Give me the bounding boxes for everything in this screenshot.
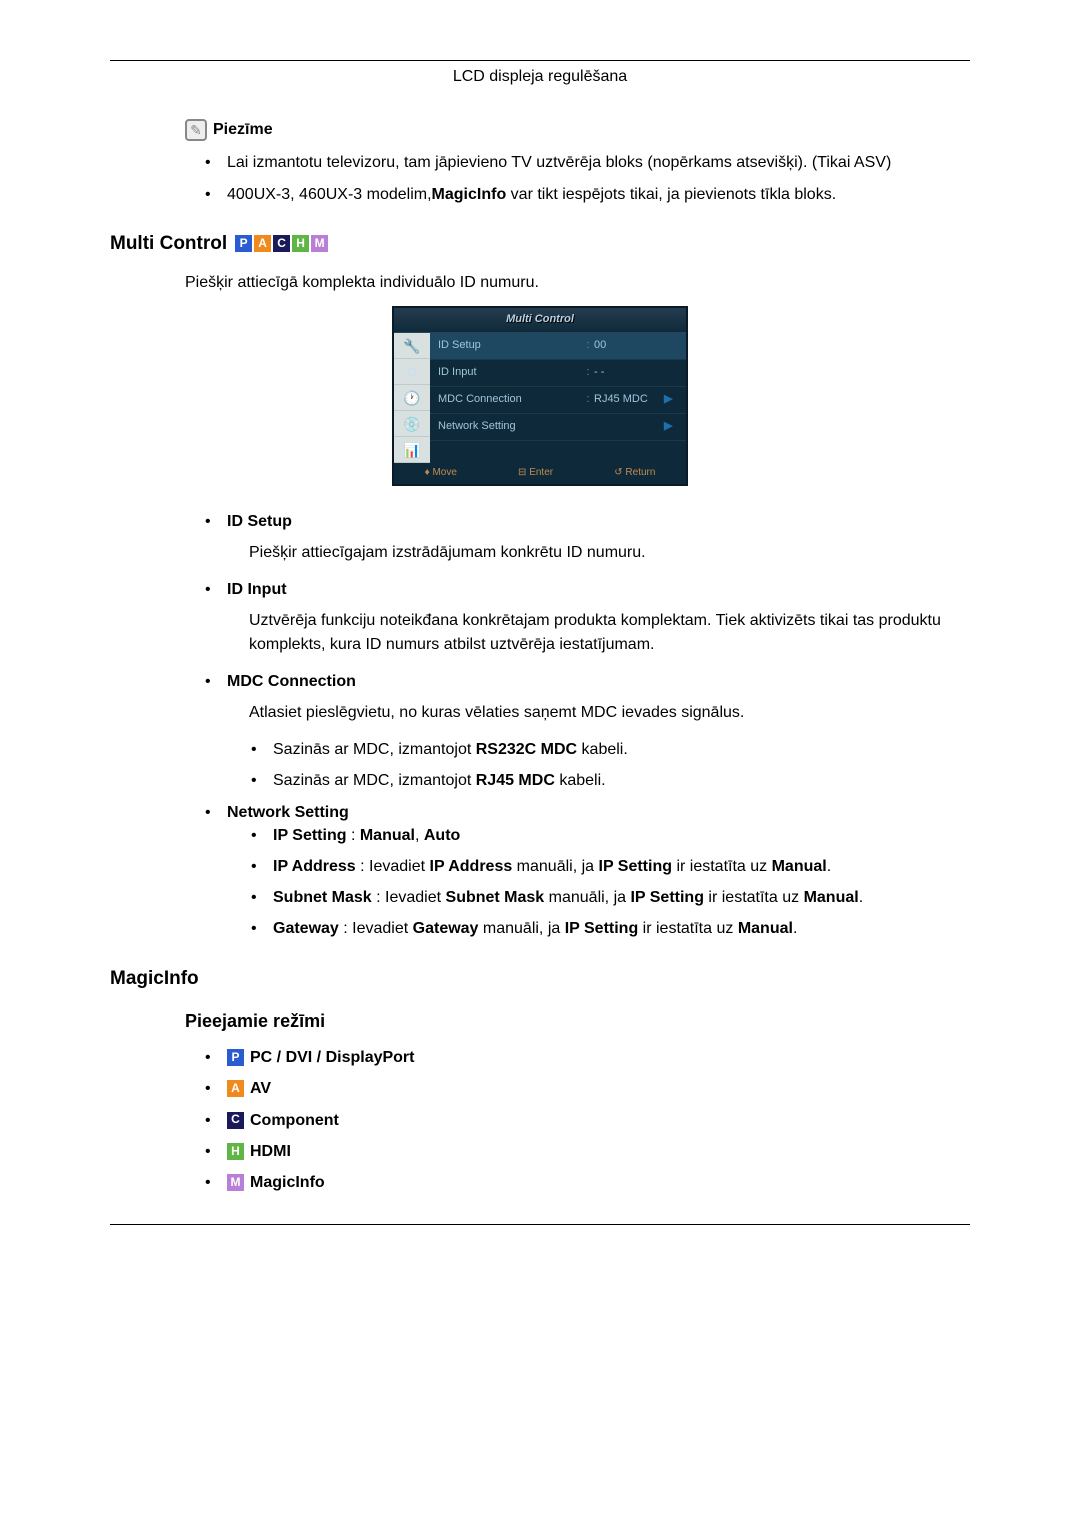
osd-row-arrow-icon: ▶: [664, 392, 678, 408]
osd-row-label: Network Setting: [438, 419, 582, 435]
mc-item-title: MDC Connection: [227, 673, 356, 690]
mode-item: C Component: [205, 1109, 970, 1132]
mc-item-desc: Piešķir attiecīgajam izstrādājumam konkr…: [249, 541, 970, 564]
osd-row-value: 00: [594, 338, 664, 354]
osd-side-icon: ⚙: [394, 359, 430, 385]
osd-row-colon: :: [582, 392, 594, 408]
osd-side-icon: 🕐: [394, 385, 430, 411]
osd-row-label: MDC Connection: [438, 392, 582, 408]
mode-item: H HDMI: [205, 1140, 970, 1163]
osd-side-icon: 📊: [394, 437, 430, 463]
osd-row-value: - -: [594, 365, 664, 381]
osd-side-icon: 💿: [394, 411, 430, 437]
osd-side-icons: 🔧 ⚙ 🕐 💿 📊: [394, 333, 430, 463]
mc-sub-item: IP Address : Ievadiet IP Address manuāli…: [251, 855, 970, 878]
mode-badge-m: M: [227, 1174, 244, 1191]
mc-sub-item: Sazinās ar MDC, izmantojot RS232C MDC ka…: [251, 738, 970, 761]
mode-badges: PACHM: [235, 235, 328, 252]
osd-row-colon: :: [582, 338, 594, 354]
mc-item-title: ID Input: [227, 581, 287, 598]
mode-item: M MagicInfo: [205, 1171, 970, 1194]
mc-sub-item: Gateway : Ievadiet Gateway manuāli, ja I…: [251, 917, 970, 940]
note-label: Piezīme: [213, 118, 273, 141]
mode-label: HDMI: [250, 1140, 291, 1163]
osd-row-label: ID Setup: [438, 338, 582, 354]
note-item: Lai izmantotu televizoru, tam jāpievieno…: [205, 151, 970, 174]
mc-item: ID Input Uztvērēja funkciju noteikđana ko…: [205, 578, 970, 656]
osd-footer-enter: ⊟ Enter: [518, 466, 553, 481]
magicinfo-heading-text: MagicInfo: [110, 965, 199, 993]
note-item: 400UX-3, 460UX-3 modelim,MagicInfo var t…: [205, 183, 970, 206]
osd-row: ID Input:- -: [430, 360, 686, 387]
mc-item-desc: Uztvērēja funkciju noteikđana konkrētaja…: [249, 609, 970, 655]
multi-control-heading: Multi Control PACHM: [110, 230, 970, 258]
modes-list: P PC / DVI / DisplayPort A AV C Component H…: [205, 1046, 970, 1194]
page-title: LCD displeja regulēšana: [453, 68, 627, 85]
mc-item-desc: Atlasiet pieslēgvietu, no kuras vēlaties…: [249, 701, 970, 724]
mc-sub-list: IP Setting : Manual, Auto IP Address : Ie…: [251, 824, 970, 941]
modes-heading: Pieejamie režīmi: [185, 1008, 970, 1034]
osd-row: MDC Connection:RJ45 MDC▶: [430, 387, 686, 414]
mode-label: Component: [250, 1109, 339, 1132]
mc-item-title: ID Setup: [227, 513, 292, 530]
osd-row: Network Setting ▶: [430, 414, 686, 441]
multi-control-intro: Piešķir attiecīgā komplekta individuālo …: [185, 271, 970, 294]
mc-sub-item: Subnet Mask : Ievadiet Subnet Mask manuā…: [251, 886, 970, 909]
mode-badge-p: P: [227, 1049, 244, 1066]
osd-footer: ♦ Move ⊟ Enter ↺ Return: [394, 463, 686, 484]
mc-sub-item: Sazinās ar MDC, izmantojot RJ45 MDC kabe…: [251, 769, 970, 792]
mode-item: P PC / DVI / DisplayPort: [205, 1046, 970, 1069]
mode-badge-a: A: [254, 235, 271, 252]
magicinfo-heading: MagicInfo: [110, 965, 970, 993]
mode-badge-c: C: [273, 235, 290, 252]
mode-badge-h: H: [292, 235, 309, 252]
mode-label: MagicInfo: [250, 1171, 325, 1194]
mode-badge-p: P: [235, 235, 252, 252]
osd-row-label: ID Input: [438, 365, 582, 381]
osd-side-icon: 🔧: [394, 333, 430, 359]
mc-sub-item: IP Setting : Manual, Auto: [251, 824, 970, 847]
osd-row-value: RJ45 MDC: [594, 392, 664, 408]
mode-badge-c: C: [227, 1112, 244, 1129]
mc-item: ID Setup Piešķir attiecīgajam izstrādājum…: [205, 510, 970, 564]
osd-row: ID Setup:00: [430, 333, 686, 360]
osd-rows: ID Setup:00ID Input:- -MDC Connection:RJ…: [430, 333, 686, 463]
page-footer-line: [110, 1224, 970, 1225]
osd-body: 🔧 ⚙ 🕐 💿 📊 ID Setup:00ID Input:- -MDC Con…: [394, 333, 686, 463]
osd-title: Multi Control: [394, 308, 686, 333]
mode-badge-m: M: [311, 235, 328, 252]
mode-label: AV: [250, 1077, 271, 1100]
mc-sub-list: Sazinās ar MDC, izmantojot RS232C MDC ka…: [251, 738, 970, 792]
page-header: LCD displeja regulēšana: [110, 60, 970, 118]
mc-item: MDC Connection Atlasiet pieslēgvietu, no …: [205, 670, 970, 793]
osd-row-colon: :: [582, 365, 594, 381]
mc-item: Network Setting IP Setting : Manual, Auto…: [205, 801, 970, 941]
note-icon: ✎: [185, 119, 207, 141]
multi-control-heading-text: Multi Control: [110, 230, 227, 258]
mode-badge-h: H: [227, 1143, 244, 1160]
osd-footer-return: ↺ Return: [614, 466, 655, 481]
multi-control-items: ID Setup Piešķir attiecīgajam izstrādājum…: [205, 510, 970, 941]
mode-badge-a: A: [227, 1080, 244, 1097]
osd-footer-move: ♦ Move: [425, 466, 457, 481]
mode-label: PC / DVI / DisplayPort: [250, 1046, 414, 1069]
mc-item-title: Network Setting: [227, 804, 349, 821]
note-header: ✎ Piezīme: [185, 118, 970, 141]
mode-item: A AV: [205, 1077, 970, 1100]
note-list: Lai izmantotu televizoru, tam jāpievieno…: [205, 151, 970, 205]
osd-panel: Multi Control 🔧 ⚙ 🕐 💿 📊 ID Setup:00ID In…: [392, 306, 688, 485]
osd-row-arrow-icon: ▶: [664, 419, 678, 435]
